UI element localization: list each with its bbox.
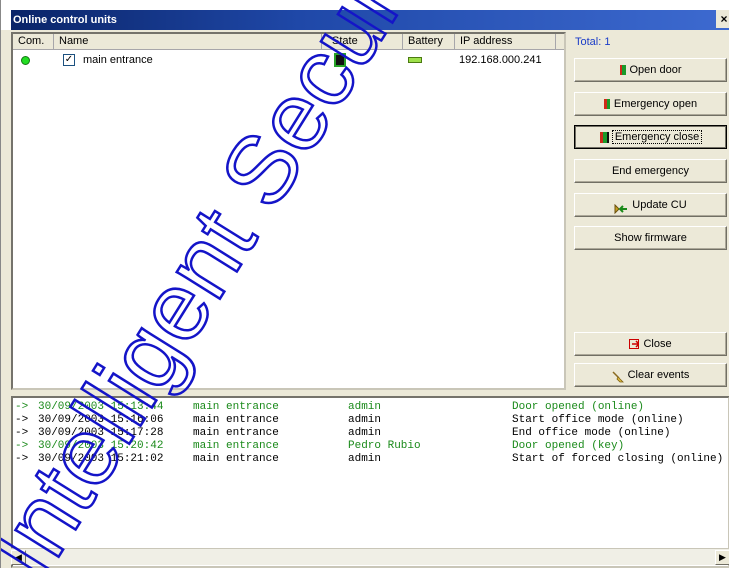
clear-events-button[interactable]: Clear events <box>574 363 727 387</box>
show-firmware-label: Show firmware <box>614 232 687 244</box>
event-arrow: -> <box>15 401 29 413</box>
event-user: admin <box>348 453 382 465</box>
unit-name: main entrance <box>83 54 153 66</box>
clear-events-label: Clear events <box>627 369 690 381</box>
battery-icon <box>408 57 422 63</box>
event-event: Door opened (key) <box>512 440 625 452</box>
event-unit: main entrance <box>193 453 279 465</box>
event-arrow: -> <box>15 414 29 426</box>
event-event: End office mode (online) <box>512 427 671 439</box>
online-control-units-window: Online control units × Com. Name State B… <box>0 0 729 568</box>
event-datetime: 30/09/2003 15:21:02 <box>38 453 164 465</box>
event-user: Pedro Rubio <box>348 440 421 452</box>
event-row[interactable]: -> 30/09/2003 15:20:42 main entrance Pedro … <box>13 440 728 453</box>
event-event: Start of forced closing (online) <box>512 453 724 465</box>
event-user: admin <box>348 427 382 439</box>
close-button[interactable]: Close <box>574 332 727 356</box>
event-datetime: 30/09/2003 15:17:28 <box>38 427 164 439</box>
column-header-battery[interactable]: Battery <box>403 34 455 50</box>
horizontal-scrollbar[interactable]: ◀ ▶ <box>11 548 729 565</box>
end-emergency-label: End emergency <box>611 165 690 177</box>
emergency-open-icon <box>603 99 610 110</box>
event-unit: main entrance <box>193 440 279 452</box>
emergency-open-label: Emergency open <box>613 98 698 110</box>
emergency-close-label: Emergency close <box>611 130 703 144</box>
end-emergency-button[interactable]: End emergency <box>574 159 727 183</box>
event-unit: main entrance <box>193 427 279 439</box>
update-cu-label: Update CU <box>632 199 687 211</box>
exit-icon <box>629 339 640 350</box>
column-header-name[interactable]: Name <box>54 34 322 50</box>
update-cu-button[interactable]: Update CU <box>574 193 727 217</box>
show-firmware-button[interactable]: Show firmware <box>574 226 727 250</box>
event-arrow: -> <box>15 453 29 465</box>
unit-ip-address: 192.168.000.241 <box>459 54 542 66</box>
control-units-list[interactable]: Com. Name State Battery IP address ✓ mai… <box>11 32 566 390</box>
emergency-close-icon <box>599 131 609 143</box>
list-item[interactable]: ✓ main entrance 192.168.000.241 <box>13 52 564 68</box>
event-datetime: 30/09/2003 15:16:06 <box>38 414 164 426</box>
unit-checkbox[interactable]: ✓ <box>63 54 75 66</box>
total-count: Total: 1 <box>575 36 611 48</box>
event-datetime: 30/09/2003 15:20:42 <box>38 440 164 452</box>
emergency-close-button[interactable]: Emergency close <box>574 125 727 149</box>
event-unit: main entrance <box>193 401 279 413</box>
key-arrow-icon <box>614 200 628 215</box>
event-user: admin <box>348 414 382 426</box>
event-log[interactable]: -> 30/09/2003 15:13:44 main entrance admin D… <box>11 396 729 568</box>
scroll-right-icon[interactable]: ▶ <box>715 550 729 565</box>
column-header-state[interactable]: State <box>322 34 403 50</box>
event-unit: main entrance <box>193 414 279 426</box>
broom-icon <box>612 369 624 383</box>
event-row[interactable]: -> 30/09/2003 15:16:06 main entrance admin S… <box>13 414 728 427</box>
scroll-left-icon[interactable]: ◀ <box>11 550 26 565</box>
list-header: Com. Name State Battery IP address <box>13 34 564 50</box>
event-event: Door opened (online) <box>512 401 645 413</box>
close-window-button[interactable]: × <box>716 10 729 28</box>
event-arrow: -> <box>15 440 29 452</box>
close-label: Close <box>643 338 672 350</box>
column-header-ip-address[interactable]: IP address <box>455 34 556 50</box>
event-user: admin <box>348 401 382 413</box>
event-row[interactable]: -> 30/09/2003 15:13:44 main entrance admin D… <box>13 401 728 414</box>
event-row[interactable]: -> 30/09/2003 15:21:02 main entrance admin S… <box>13 453 728 466</box>
window-title: Online control units <box>11 10 729 30</box>
emergency-open-button[interactable]: Emergency open <box>574 92 727 116</box>
column-header-com[interactable]: Com. <box>13 34 54 50</box>
door-icon <box>619 65 626 76</box>
title-bar: Online control units × <box>1 0 729 30</box>
communication-status-icon <box>21 56 30 65</box>
event-arrow: -> <box>15 427 29 439</box>
open-door-label: Open door <box>629 64 682 76</box>
event-event: Start office mode (online) <box>512 414 684 426</box>
event-datetime: 30/09/2003 15:13:44 <box>38 401 164 413</box>
event-row[interactable]: -> 30/09/2003 15:17:28 main entrance admin E… <box>13 427 728 440</box>
open-door-button[interactable]: Open door <box>574 58 727 82</box>
door-state-icon <box>334 53 346 67</box>
